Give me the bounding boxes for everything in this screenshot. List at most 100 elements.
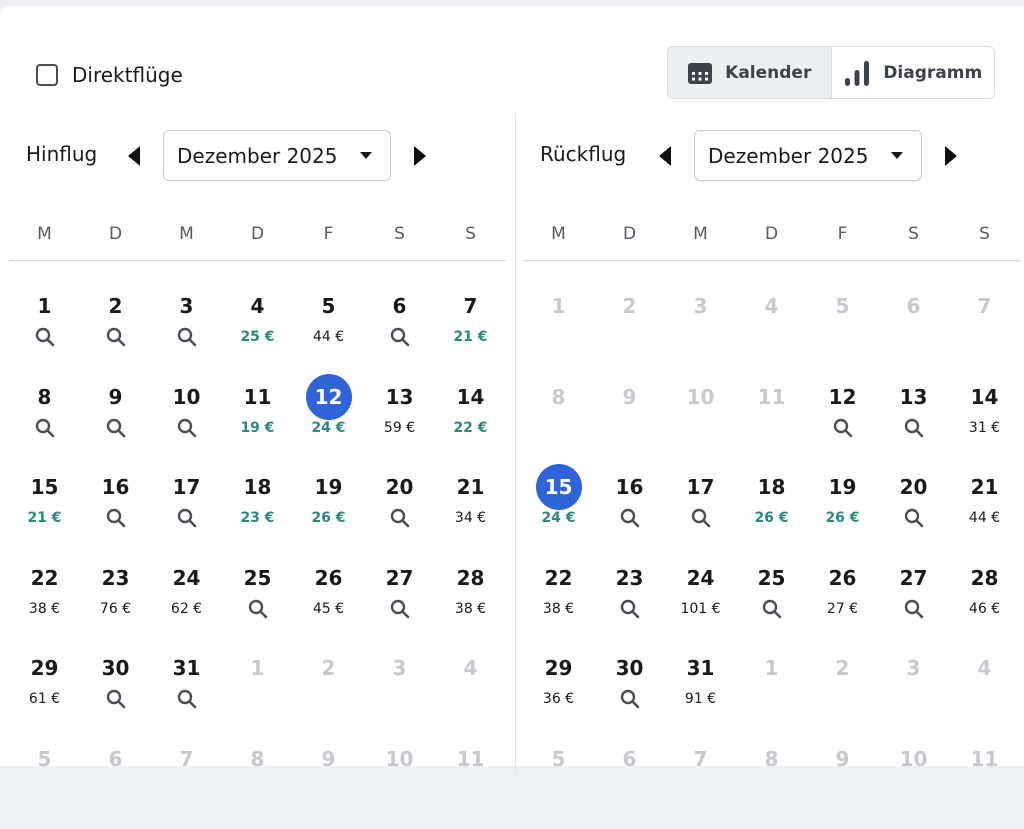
search-icon[interactable] [904, 508, 924, 528]
calendar-day[interactable]: 2936 € [523, 648, 594, 739]
calendar-day-outside-month: 9 [293, 739, 364, 829]
calendar-day-outside-month: 10 [665, 377, 736, 468]
calendar-day[interactable]: 31 [151, 648, 222, 739]
search-icon[interactable] [620, 508, 640, 528]
calendar-day[interactable]: 9 [80, 377, 151, 468]
calendar-day[interactable]: 16 [80, 467, 151, 558]
calendar-day[interactable]: 27 [364, 558, 435, 649]
calendar-day[interactable]: 1926 € [293, 467, 364, 558]
calendar-day[interactable]: 2645 € [293, 558, 364, 649]
calendar-day[interactable]: 425 € [222, 286, 293, 377]
search-icon[interactable] [106, 689, 126, 709]
day-number: 7 [962, 286, 1008, 326]
outbound-next-month-button[interactable] [410, 145, 430, 167]
calendar-week-row: 567891011 [523, 739, 1020, 829]
search-icon[interactable] [762, 599, 782, 619]
calendar-day[interactable]: 12 [807, 377, 878, 468]
direct-flights-checkbox[interactable] [36, 64, 58, 86]
calendar-day[interactable]: 27 [878, 558, 949, 649]
search-icon[interactable] [177, 508, 197, 528]
calendar-day[interactable]: 2238 € [9, 558, 80, 649]
search-icon[interactable] [390, 508, 410, 528]
day-number: 11 [235, 377, 281, 417]
chart-view-button[interactable]: Diagramm [832, 47, 995, 98]
search-icon[interactable] [177, 327, 197, 347]
calendar-day-selected[interactable]: 1524 € [523, 467, 594, 558]
search-icon[interactable] [248, 599, 268, 619]
calendar-day[interactable]: 2627 € [807, 558, 878, 649]
calendar-day[interactable]: 2134 € [435, 467, 506, 558]
calendar-day[interactable]: 2838 € [435, 558, 506, 649]
calendar-day[interactable]: 3 [151, 286, 222, 377]
calendar-day[interactable]: 1119 € [222, 377, 293, 468]
calendar-day[interactable]: 2961 € [9, 648, 80, 739]
search-icon[interactable] [904, 418, 924, 438]
search-icon[interactable] [833, 418, 853, 438]
calendar-day[interactable]: 1823 € [222, 467, 293, 558]
calendar-day-outside-month: 10 [878, 739, 949, 829]
calendar-day[interactable]: 1422 € [435, 377, 506, 468]
search-icon[interactable] [35, 418, 55, 438]
calendar-view-button[interactable]: Kalender [668, 47, 832, 98]
calendar-day[interactable]: 1 [9, 286, 80, 377]
search-icon[interactable] [177, 418, 197, 438]
calendar-day[interactable]: 2 [80, 286, 151, 377]
search-icon[interactable] [106, 327, 126, 347]
calendar-day[interactable]: 8 [9, 377, 80, 468]
calendar-day[interactable]: 25 [222, 558, 293, 649]
outbound-prev-month-button[interactable] [124, 145, 144, 167]
calendar-day-outside-month: 6 [80, 739, 151, 829]
calendar-day[interactable]: 1359 € [364, 377, 435, 468]
return-month-select[interactable]: Dezember 2025 [694, 130, 922, 181]
calendar-day[interactable]: 1826 € [736, 467, 807, 558]
day-number: 23 [93, 558, 139, 598]
calendar-day[interactable]: 544 € [293, 286, 364, 377]
search-icon[interactable] [390, 599, 410, 619]
search-icon[interactable] [390, 327, 410, 347]
search-icon[interactable] [35, 327, 55, 347]
search-icon[interactable] [106, 508, 126, 528]
search-icon[interactable] [691, 508, 711, 528]
search-icon[interactable] [620, 599, 640, 619]
calendar-day[interactable]: 3191 € [665, 648, 736, 739]
calendar-day[interactable]: 2144 € [949, 467, 1020, 558]
outbound-month-select[interactable]: Dezember 2025 [163, 130, 391, 181]
return-next-month-button[interactable] [941, 145, 961, 167]
day-number: 29 [536, 648, 582, 688]
calendar-day[interactable]: 2846 € [949, 558, 1020, 649]
calendar-day[interactable]: 20 [878, 467, 949, 558]
calendar-day[interactable]: 1926 € [807, 467, 878, 558]
calendar-day-outside-month: 5 [807, 286, 878, 377]
return-prev-month-button[interactable] [655, 145, 675, 167]
day-number: 7 [164, 739, 210, 779]
search-icon[interactable] [177, 689, 197, 709]
search-icon[interactable] [106, 418, 126, 438]
day-number: 15 [536, 464, 582, 510]
calendar-day[interactable]: 30 [80, 648, 151, 739]
search-icon[interactable] [904, 599, 924, 619]
day-number: 3 [891, 648, 937, 688]
day-number: 14 [448, 377, 494, 417]
weekday-label: S [364, 224, 435, 246]
calendar-day[interactable]: 1521 € [9, 467, 80, 558]
calendar-day[interactable]: 17 [151, 467, 222, 558]
calendar-day[interactable]: 30 [594, 648, 665, 739]
calendar-day[interactable]: 23 [594, 558, 665, 649]
calendar-day[interactable]: 6 [364, 286, 435, 377]
calendar-day[interactable]: 2376 € [80, 558, 151, 649]
search-icon[interactable] [620, 689, 640, 709]
calendar-day[interactable]: 25 [736, 558, 807, 649]
calendar-day[interactable]: 721 € [435, 286, 506, 377]
calendar-day[interactable]: 10 [151, 377, 222, 468]
calendar-divider [515, 113, 516, 773]
calendar-day[interactable]: 24101 € [665, 558, 736, 649]
calendar-day[interactable]: 1431 € [949, 377, 1020, 468]
calendar-day[interactable]: 17 [665, 467, 736, 558]
calendar-day[interactable]: 16 [594, 467, 665, 558]
calendar-day[interactable]: 2462 € [151, 558, 222, 649]
calendar-day[interactable]: 20 [364, 467, 435, 558]
calendar-day[interactable]: 2238 € [523, 558, 594, 649]
direct-flights-filter[interactable]: Direktflüge [36, 61, 183, 89]
calendar-day[interactable]: 13 [878, 377, 949, 468]
calendar-day-selected[interactable]: 1224 € [293, 377, 364, 468]
